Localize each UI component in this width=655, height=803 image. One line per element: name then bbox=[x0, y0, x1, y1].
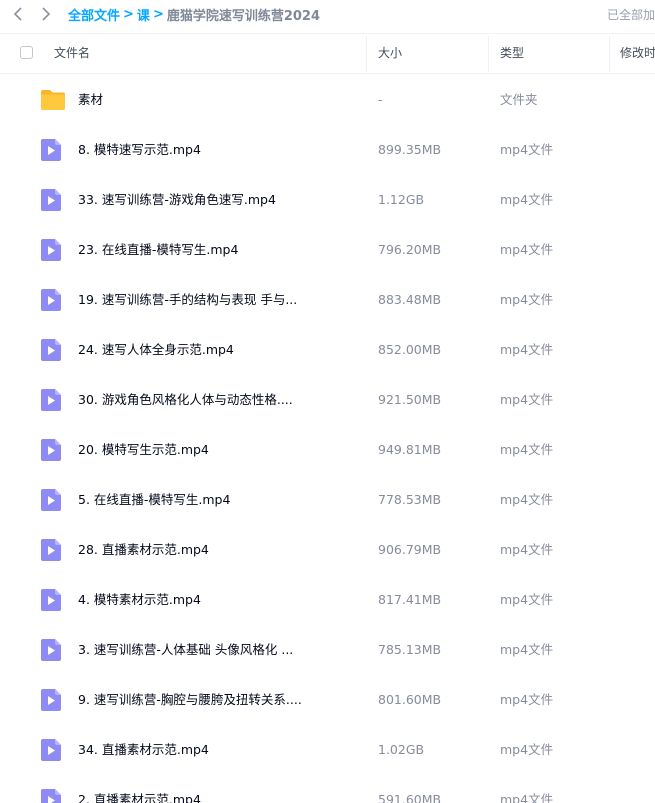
column-divider[interactable] bbox=[488, 36, 489, 72]
table-row[interactable]: 33. 速写训练营-游戏角色速写.mp4 1.12GB mp4文件 bbox=[0, 175, 655, 225]
file-name[interactable]: 34. 直播素材示范.mp4 bbox=[78, 725, 209, 775]
file-size: 778.53MB bbox=[378, 492, 442, 507]
file-type: mp4文件 bbox=[500, 342, 554, 357]
file-size: 899.35MB bbox=[378, 142, 442, 157]
table-row[interactable]: 8. 模特速写示范.mp4 899.35MB mp4文件 bbox=[0, 125, 655, 175]
video-file-icon bbox=[40, 238, 64, 262]
file-size: 1.02GB bbox=[378, 742, 425, 757]
chevron-right-icon bbox=[42, 7, 51, 21]
video-file-icon bbox=[40, 738, 64, 762]
file-type: mp4文件 bbox=[500, 592, 554, 607]
breadcrumb-separator: > bbox=[152, 7, 164, 22]
file-type: mp4文件 bbox=[500, 392, 554, 407]
file-name[interactable]: 4. 模特素材示范.mp4 bbox=[78, 575, 201, 625]
file-type: mp4文件 bbox=[500, 142, 554, 157]
breadcrumb-level1[interactable]: 课 bbox=[137, 5, 150, 24]
table-row[interactable]: 3. 速写训练营-人体基础 头像风格化 ... 785.13MB mp4文件 bbox=[0, 625, 655, 675]
file-type: 文件夹 bbox=[500, 92, 538, 107]
file-size: 817.41MB bbox=[378, 592, 442, 607]
file-name[interactable]: 素材 bbox=[78, 75, 103, 125]
file-type: mp4文件 bbox=[500, 492, 554, 507]
file-size: 801.60MB bbox=[378, 692, 442, 707]
video-file-icon bbox=[40, 138, 64, 162]
file-type: mp4文件 bbox=[500, 692, 554, 707]
video-file-icon bbox=[40, 688, 64, 712]
file-name[interactable]: 9. 速写训练营-胸腔与腰胯及扭转关系.... bbox=[78, 675, 302, 725]
file-name[interactable]: 23. 在线直播-模特写生.mp4 bbox=[78, 225, 238, 275]
file-type: mp4文件 bbox=[500, 292, 554, 307]
file-name[interactable]: 3. 速写训练营-人体基础 头像风格化 ... bbox=[78, 625, 293, 675]
table-header: 文件名 大小 类型 修改时 bbox=[0, 33, 655, 74]
video-file-icon bbox=[40, 538, 64, 562]
file-name[interactable]: 28. 直播素材示范.mp4 bbox=[78, 525, 209, 575]
column-header-name[interactable]: 文件名 bbox=[54, 34, 354, 73]
video-file-icon bbox=[40, 388, 64, 412]
select-all-cell bbox=[20, 34, 36, 73]
back-button[interactable] bbox=[8, 4, 28, 24]
file-name[interactable]: 8. 模特速写示范.mp4 bbox=[78, 125, 201, 175]
table-row[interactable]: 5. 在线直播-模特写生.mp4 778.53MB mp4文件 bbox=[0, 475, 655, 525]
table-row[interactable]: 30. 游戏角色风格化人体与动态性格.... 921.50MB mp4文件 bbox=[0, 375, 655, 425]
file-name[interactable]: 20. 模特写生示范.mp4 bbox=[78, 425, 209, 475]
table-row[interactable]: 素材 - 文件夹 bbox=[0, 75, 655, 125]
file-type: mp4文件 bbox=[500, 642, 554, 657]
file-type: mp4文件 bbox=[500, 742, 554, 757]
file-type: mp4文件 bbox=[500, 442, 554, 457]
table-row[interactable]: 19. 速写训练营-手的结构与表现 手与... 883.48MB mp4文件 bbox=[0, 275, 655, 325]
breadcrumb-root[interactable]: 全部文件 bbox=[68, 5, 120, 24]
select-all-checkbox[interactable] bbox=[20, 46, 33, 59]
file-list: 素材 - 文件夹 8. 模特速写示范.mp4 899.35MB mp4文件 33. 速写训练… bbox=[0, 75, 655, 803]
breadcrumb: 全部文件 > 课 > 鹿猫学院速写训练营2024 bbox=[68, 5, 320, 24]
folder-icon bbox=[40, 88, 65, 112]
file-size: 906.79MB bbox=[378, 542, 442, 557]
file-name[interactable]: 19. 速写训练营-手的结构与表现 手与... bbox=[78, 275, 297, 325]
file-name[interactable]: 2. 直播素材示范.mp4 bbox=[78, 775, 201, 803]
column-header-size[interactable]: 大小 bbox=[378, 34, 478, 73]
file-type: mp4文件 bbox=[500, 242, 554, 257]
file-name[interactable]: 33. 速写训练营-游戏角色速写.mp4 bbox=[78, 175, 276, 225]
video-file-icon bbox=[40, 588, 64, 612]
table-row[interactable]: 34. 直播素材示范.mp4 1.02GB mp4文件 bbox=[0, 725, 655, 775]
file-manager-page: 全部文件 > 课 > 鹿猫学院速写训练营2024 已全部加 文件名 大小 类型 … bbox=[0, 0, 655, 803]
file-name[interactable]: 24. 速写人体全身示范.mp4 bbox=[78, 325, 234, 375]
file-size: 591.60MB bbox=[378, 792, 442, 803]
table-row[interactable]: 4. 模特素材示范.mp4 817.41MB mp4文件 bbox=[0, 575, 655, 625]
video-file-icon bbox=[40, 338, 64, 362]
file-size: 796.20MB bbox=[378, 242, 442, 257]
file-type: mp4文件 bbox=[500, 792, 554, 803]
video-file-icon bbox=[40, 638, 64, 662]
file-size: 949.81MB bbox=[378, 442, 442, 457]
video-file-icon bbox=[40, 488, 64, 512]
table-row[interactable]: 23. 在线直播-模特写生.mp4 796.20MB mp4文件 bbox=[0, 225, 655, 275]
video-file-icon bbox=[40, 438, 64, 462]
top-bar: 全部文件 > 课 > 鹿猫学院速写训练营2024 已全部加 bbox=[0, 0, 655, 28]
chevron-left-icon bbox=[13, 7, 22, 21]
file-size: - bbox=[378, 92, 383, 107]
video-file-icon bbox=[40, 788, 64, 803]
table-row[interactable]: 9. 速写训练营-胸腔与腰胯及扭转关系.... 801.60MB mp4文件 bbox=[0, 675, 655, 725]
file-type: mp4文件 bbox=[500, 542, 554, 557]
table-row[interactable]: 2. 直播素材示范.mp4 591.60MB mp4文件 bbox=[0, 775, 655, 803]
column-header-modified[interactable]: 修改时 bbox=[620, 34, 655, 73]
file-size: 921.50MB bbox=[378, 392, 442, 407]
file-size: 1.12GB bbox=[378, 192, 425, 207]
forward-button[interactable] bbox=[36, 4, 56, 24]
file-size: 785.13MB bbox=[378, 642, 442, 657]
file-name[interactable]: 5. 在线直播-模特写生.mp4 bbox=[78, 475, 230, 525]
loaded-status: 已全部加 bbox=[606, 8, 655, 22]
file-type: mp4文件 bbox=[500, 192, 554, 207]
table-row[interactable]: 28. 直播素材示范.mp4 906.79MB mp4文件 bbox=[0, 525, 655, 575]
breadcrumb-separator: > bbox=[123, 7, 134, 22]
file-name[interactable]: 30. 游戏角色风格化人体与动态性格.... bbox=[78, 375, 293, 425]
table-row[interactable]: 24. 速写人体全身示范.mp4 852.00MB mp4文件 bbox=[0, 325, 655, 375]
video-file-icon bbox=[40, 188, 64, 212]
file-size: 883.48MB bbox=[378, 292, 442, 307]
video-file-icon bbox=[40, 288, 64, 312]
table-row[interactable]: 20. 模特写生示范.mp4 949.81MB mp4文件 bbox=[0, 425, 655, 475]
column-divider[interactable] bbox=[609, 36, 610, 72]
column-header-type[interactable]: 类型 bbox=[500, 34, 600, 73]
column-divider[interactable] bbox=[366, 36, 367, 72]
file-size: 852.00MB bbox=[378, 342, 442, 357]
breadcrumb-current: 鹿猫学院速写训练营2024 bbox=[166, 9, 321, 24]
